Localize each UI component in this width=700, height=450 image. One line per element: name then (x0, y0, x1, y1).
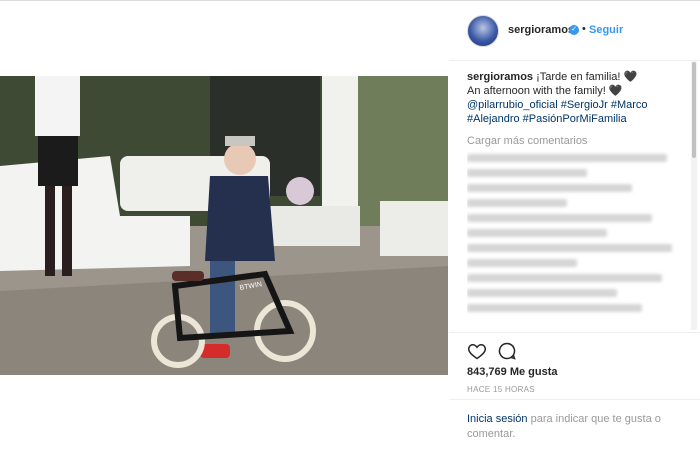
photo-adult-leg (62, 186, 72, 276)
comments-scrollbar-thumb[interactable] (692, 62, 696, 158)
avatar[interactable] (467, 15, 499, 47)
verified-badge-icon: ✓ (569, 25, 579, 35)
post-photo[interactable]: BTWIN (0, 76, 448, 375)
photo-adult-shirt (35, 76, 80, 136)
caption-tag[interactable]: #Alejandro (467, 113, 520, 125)
login-link[interactable]: Inicia sesión (467, 413, 528, 425)
photo-adult-skirt (38, 136, 78, 186)
likes-count[interactable]: 843,769 Me gusta (467, 366, 558, 378)
photo-adult-leg (45, 186, 55, 276)
caption-tag[interactable]: @pilarrubio_oficial (467, 99, 558, 111)
follow-button[interactable]: Seguir (589, 24, 623, 36)
header-username[interactable]: sergioramos (508, 24, 574, 36)
caption-tag[interactable]: #PasiónPorMiFamilia (523, 113, 627, 125)
post-timestamp: HACE 15 HORAS (467, 385, 535, 394)
blurred-comment (467, 274, 662, 282)
caption-text-1: ¡Tarde en familia! 🖤 (533, 71, 638, 83)
comment-icon[interactable] (497, 341, 517, 361)
blurred-comment (467, 229, 607, 237)
blurred-comment (467, 184, 632, 192)
caption-username[interactable]: sergioramos (467, 71, 533, 83)
photo-child-hair (225, 136, 255, 146)
blurred-comment (467, 154, 667, 162)
blurred-comment (467, 304, 642, 312)
blurred-comment (467, 169, 587, 177)
post-sidebar: sergioramos ✓ • Seguir sergioramos ¡Tard… (449, 0, 700, 449)
photo-bike-seat (172, 271, 204, 281)
separator-dot: • (582, 23, 586, 35)
caption-text-2: An afternoon with the family! 🖤 (467, 85, 623, 97)
caption-tag[interactable]: #SergioJr (561, 99, 608, 111)
heart-icon[interactable] (467, 341, 487, 361)
blurred-comment (467, 214, 652, 222)
blurred-comment (467, 244, 672, 252)
photo-child-jeans (210, 261, 235, 336)
load-more-comments[interactable]: Cargar más comentarios (467, 134, 689, 148)
heart-icon-glyph (467, 343, 487, 360)
blurred-comment (467, 199, 567, 207)
caption: sergioramos ¡Tarde en familia! 🖤 An afte… (467, 70, 689, 126)
photo-flowers (286, 177, 314, 205)
photo-right-chair (380, 201, 448, 256)
caption-tag[interactable]: #Marco (611, 99, 648, 111)
blurred-comment (467, 289, 617, 297)
login-prompt: Inicia sesión para indicar que te gusta … (467, 412, 682, 442)
blurred-comments (467, 154, 689, 312)
photo-white-pillar (322, 76, 358, 226)
comment-icon-glyph (498, 342, 516, 360)
comments-panel: sergioramos ¡Tarde en familia! 🖤 An afte… (467, 70, 689, 332)
photo-child-head (224, 143, 256, 175)
photo-child-jacket (205, 176, 275, 261)
blurred-comment (467, 259, 577, 267)
photo-scene: BTWIN (0, 76, 448, 375)
